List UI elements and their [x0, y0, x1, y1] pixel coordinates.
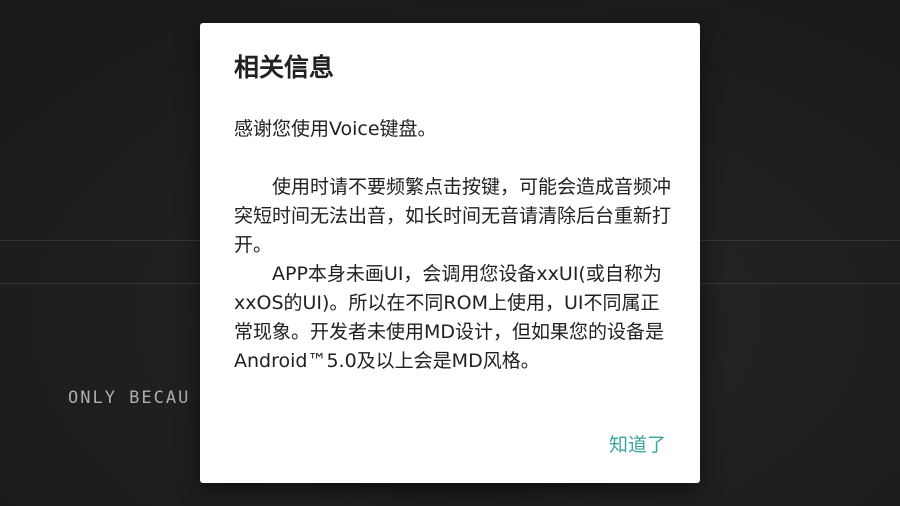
dialog-actions: 知道了: [607, 426, 668, 461]
info-dialog: 相关信息 感谢您使用Voice键盘。 使用时请不要频繁点击按键，可能会造成音频冲…: [200, 23, 700, 483]
dialog-message: 感谢您使用Voice键盘。 使用时请不要频繁点击按键，可能会造成音频冲突短时间无…: [234, 115, 674, 376]
background-caption: ONLY BECAU: [68, 388, 191, 408]
dialog-paragraph-usage: 使用时请不要频繁点击按键，可能会造成音频冲突短时间无法出音，如长时间无音请清除后…: [234, 176, 672, 256]
dialog-greeting: 感谢您使用Voice键盘。: [234, 118, 437, 140]
ok-button[interactable]: 知道了: [607, 426, 668, 461]
dialog-title: 相关信息: [234, 53, 335, 82]
dialog-paragraph-ui: APP本身未画UI，会调用您设备xxUI(或自称为xxOS的UI)。所以在不同R…: [234, 263, 665, 372]
